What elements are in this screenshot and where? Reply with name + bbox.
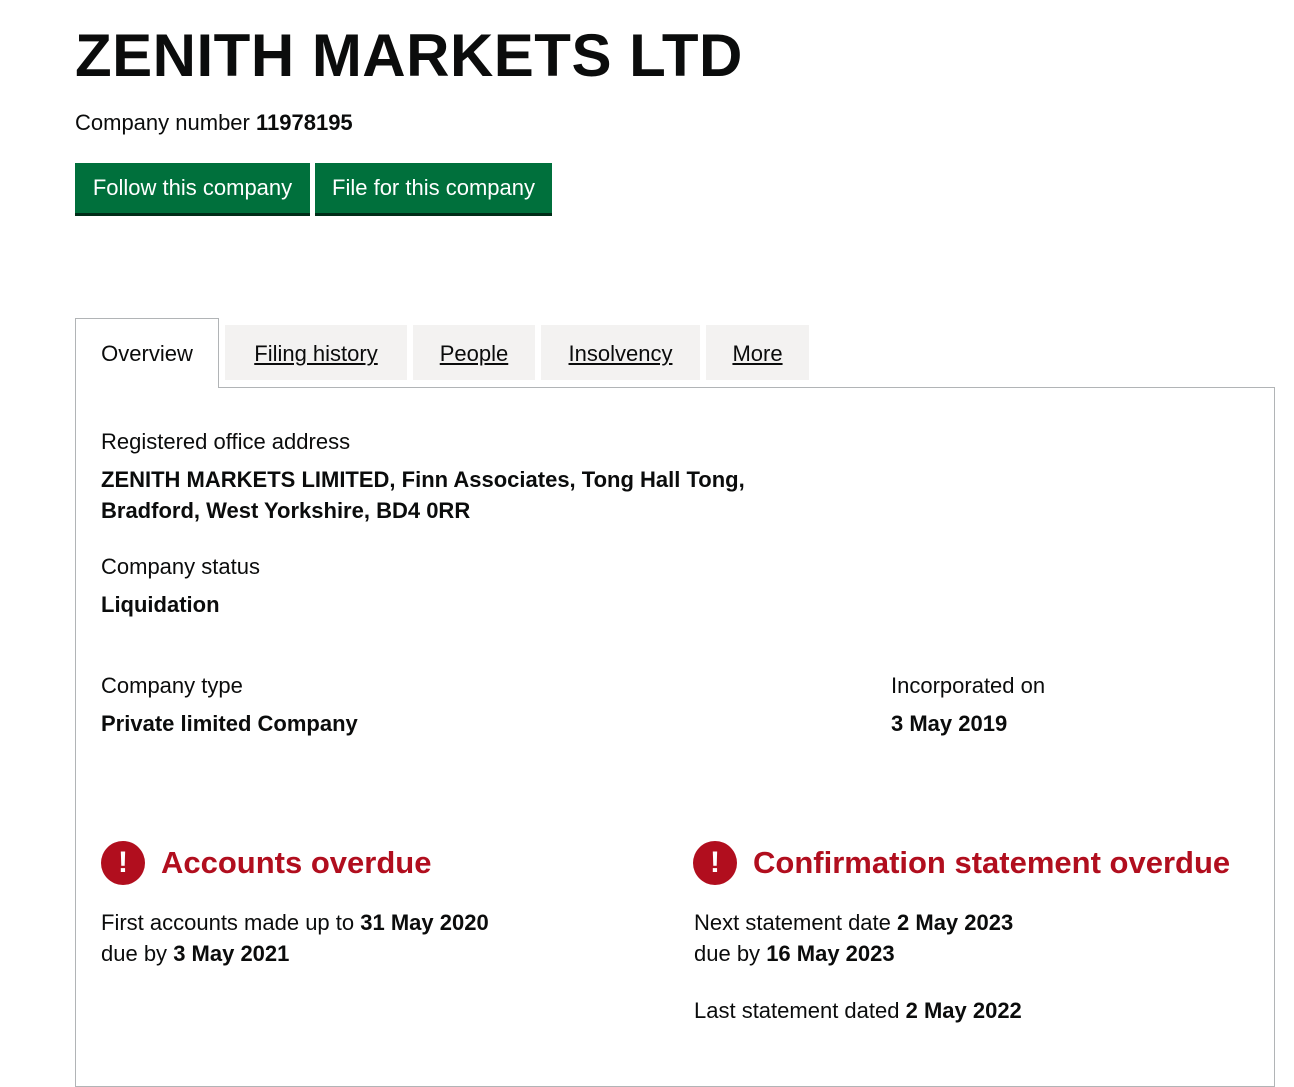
first-accounts-prefix: First accounts made up to [101,910,355,935]
confirmation-warning-icon: ! [693,841,737,885]
confirmation-due-date: 16 May 2023 [766,941,895,966]
tab-overview[interactable]: Overview [75,318,219,388]
next-statement-line: Next statement date 2 May 2023 [694,907,1013,938]
accounts-due-date: 3 May 2021 [173,941,290,966]
company-status-label: Company status [101,554,260,579]
file-for-company-button[interactable]: File for this company [315,163,552,213]
registered-office-label: Registered office address [101,429,351,454]
last-statement-line: Last statement dated 2 May 2022 [694,995,1022,1026]
last-statement-prefix: Last statement dated [694,998,900,1023]
company-type-value: Private limited Company [101,711,358,736]
confirmation-due-line: due by 16 May 2023 [694,938,895,969]
last-statement-date: 2 May 2022 [905,998,1022,1023]
tab-filing-history[interactable]: Filing history [225,325,407,380]
follow-company-button[interactable]: Follow this company [75,163,310,213]
confirmation-due-prefix: due by [694,941,761,966]
tab-people[interactable]: People [413,325,535,380]
company-status-value: Liquidation [101,592,220,617]
tab-more[interactable]: More [706,325,809,380]
company-name: ZENITH MARKETS LTD [75,22,743,89]
company-number: Company number 11978195 [75,109,353,137]
first-accounts-line: First accounts made up to 31 May 2020 [101,907,489,938]
accounts-due-prefix: due by [101,941,168,966]
registered-office-line-2: Bradford, West Yorkshire, BD4 0RR [101,498,471,523]
incorporated-label: Incorporated on [891,673,1046,698]
next-statement-prefix: Next statement date [694,910,891,935]
next-statement-date: 2 May 2023 [897,910,1014,935]
accounts-warning-icon: ! [101,841,145,885]
accounts-overdue-title: Accounts overdue [161,845,432,880]
overview-panel: Registered office address ZENITH MARKETS… [75,387,1275,1087]
incorporated-value: 3 May 2019 [891,711,1008,736]
registered-office-line-1: ZENITH MARKETS LIMITED, Finn Associates,… [101,467,745,492]
company-number-label: Company number [75,110,250,135]
confirmation-overdue-title: Confirmation statement overdue [753,845,1231,880]
first-accounts-date: 31 May 2020 [360,910,489,935]
company-type-label: Company type [101,673,243,698]
accounts-due-line: due by 3 May 2021 [101,938,289,969]
tab-insolvency[interactable]: Insolvency [541,325,700,380]
company-number-value: 11978195 [256,110,353,135]
